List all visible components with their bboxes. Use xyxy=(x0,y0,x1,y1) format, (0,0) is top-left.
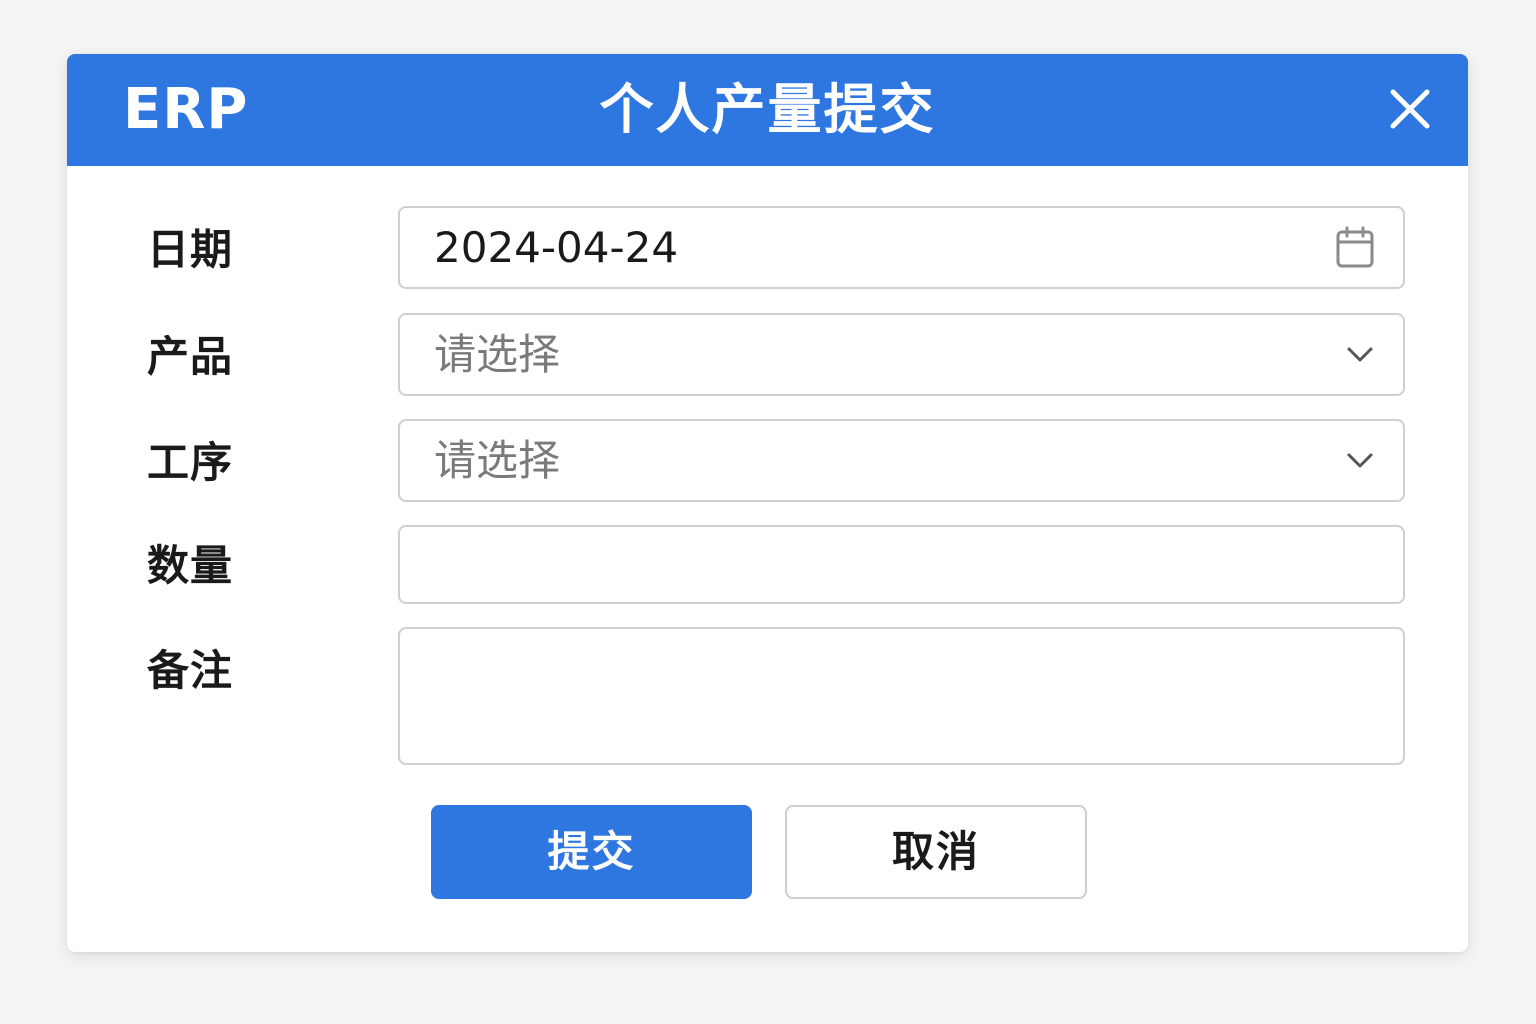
date-label: 日期 xyxy=(147,225,234,274)
close-button[interactable] xyxy=(1385,84,1435,134)
date-value: 2024-04-24 xyxy=(434,223,679,272)
calendar-icon[interactable] xyxy=(1335,226,1375,270)
cancel-button[interactable]: 取消 xyxy=(785,805,1087,899)
chevron-down-icon xyxy=(1345,448,1375,472)
process-select-placeholder: 请选择 xyxy=(434,436,561,485)
product-select-placeholder: 请选择 xyxy=(434,330,561,379)
product-select[interactable]: 请选择 xyxy=(398,313,1405,396)
submit-button[interactable]: 提交 xyxy=(431,805,752,899)
product-label: 产品 xyxy=(147,332,234,381)
remark-label: 备注 xyxy=(147,646,234,695)
chevron-down-icon xyxy=(1345,342,1375,366)
process-select[interactable]: 请选择 xyxy=(398,419,1405,502)
close-icon xyxy=(1390,89,1430,129)
quantity-input[interactable] xyxy=(398,525,1405,604)
dialog-title: 个人产量提交 xyxy=(599,78,936,141)
process-label: 工序 xyxy=(147,438,234,487)
quantity-label: 数量 xyxy=(147,541,234,590)
production-submit-dialog: ERP 个人产量提交 日期 2024-04-24 产品 请选择 工序 请选择 数… xyxy=(67,54,1468,952)
dialog-header: ERP 个人产量提交 xyxy=(67,54,1468,166)
date-picker-field[interactable]: 2024-04-24 xyxy=(398,206,1405,289)
remark-textarea[interactable] xyxy=(398,627,1405,765)
